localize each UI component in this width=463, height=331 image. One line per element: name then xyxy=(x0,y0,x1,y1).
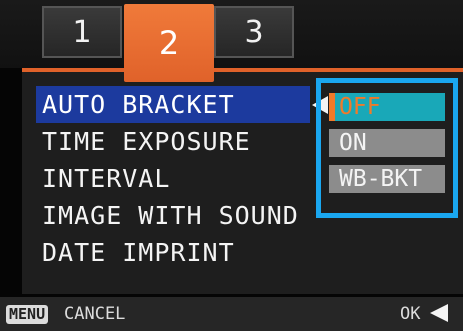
menu-item-date-imprint[interactable]: DATE IMPRINT xyxy=(36,234,336,271)
tab-1[interactable]: 1 xyxy=(42,6,122,58)
option-label: WB-BKT xyxy=(339,166,423,192)
ok-label: OK xyxy=(400,304,421,324)
menu-item-label: DATE IMPRINT xyxy=(42,238,235,267)
option-wb-bkt[interactable]: WB-BKT xyxy=(329,165,445,193)
menu-item-auto-bracket[interactable]: AUTO BRACKET xyxy=(36,86,310,123)
menu-key-icon[interactable]: MENU xyxy=(6,305,49,324)
tab-3[interactable]: 3 xyxy=(214,6,294,58)
menu-item-image-with-sound[interactable]: IMAGE WITH SOUND xyxy=(36,197,336,234)
menu-panel: AUTO BRACKET TIME EXPOSURE INTERVAL IMAG… xyxy=(22,68,463,294)
option-on[interactable]: ON xyxy=(329,129,445,157)
menu-item-label: TIME EXPOSURE xyxy=(42,127,251,156)
menu-item-label: IMAGE WITH SOUND xyxy=(42,201,299,230)
ok-arrow-left-icon[interactable] xyxy=(430,304,448,322)
menu-item-label: AUTO BRACKET xyxy=(42,90,235,119)
bottom-bar: MENU CANCEL OK xyxy=(0,297,463,331)
option-label: OFF xyxy=(339,94,381,120)
option-off[interactable]: OFF xyxy=(329,93,445,121)
tab-bar: 1 2 3 xyxy=(0,0,463,82)
menu-list: AUTO BRACKET TIME EXPOSURE INTERVAL IMAG… xyxy=(36,86,336,271)
cancel-label: CANCEL xyxy=(64,304,126,324)
options-box: OFF ON WB-BKT xyxy=(316,78,458,218)
menu-item-time-exposure[interactable]: TIME EXPOSURE xyxy=(36,123,336,160)
option-cursor xyxy=(329,93,335,121)
menu-item-label: INTERVAL xyxy=(42,164,171,193)
camera-menu-screen: 1 2 3 AUTO BRACKET TIME EXPOSURE INTERVA… xyxy=(0,0,463,331)
tab-2[interactable]: 2 xyxy=(124,4,214,82)
menu-item-interval[interactable]: INTERVAL xyxy=(36,160,336,197)
option-label: ON xyxy=(339,130,367,156)
